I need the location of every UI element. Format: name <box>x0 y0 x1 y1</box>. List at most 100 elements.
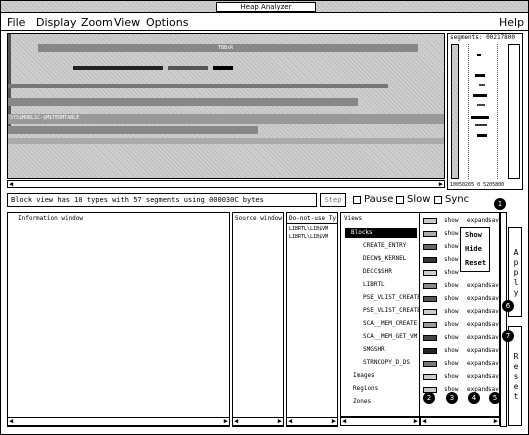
menu-file[interactable]: File <box>7 16 25 29</box>
expand-toggle[interactable]: expand <box>467 334 489 342</box>
menu-display[interactable]: Display <box>36 16 77 29</box>
save-toggle[interactable]: sav <box>488 282 499 290</box>
scroll-right-icon[interactable]: ▶ <box>332 418 336 425</box>
show-toggle[interactable]: show <box>444 269 458 277</box>
slow-checkbox[interactable] <box>396 196 404 204</box>
views-item[interactable]: DECC$SHR <box>363 268 392 276</box>
menu-help[interactable]: Help <box>499 16 524 29</box>
views-item[interactable]: PSE_VLIST_CREATE <box>363 294 421 302</box>
menu-options[interactable]: Options <box>146 16 188 29</box>
color-swatch[interactable] <box>423 335 437 341</box>
segments-scrollbar[interactable] <box>451 44 459 179</box>
expand-toggle[interactable]: expand <box>467 282 489 290</box>
save-toggle[interactable]: sav <box>488 360 499 368</box>
views-item-images[interactable]: Images <box>353 372 375 380</box>
show-toggle[interactable]: show <box>444 360 458 368</box>
expand-toggle[interactable]: expand <box>467 373 489 381</box>
segments-panel[interactable]: segments: 00217800 10050205 0 5205800 <box>447 33 523 190</box>
show-toggle[interactable]: show <box>444 217 458 225</box>
scroll-left-icon[interactable]: ◀ <box>9 181 13 188</box>
scroll-right-icon[interactable]: ▶ <box>278 418 282 425</box>
memory-hscrollbar[interactable]: ◀ ▶ <box>7 180 445 188</box>
views-item-blocks[interactable]: Blocks <box>351 229 373 237</box>
scroll-right-icon[interactable]: ▶ <box>224 418 228 425</box>
scroll-left-icon[interactable]: ◀ <box>9 418 13 425</box>
expand-toggle[interactable]: expand <box>467 308 489 316</box>
scroll-right-icon[interactable]: ▶ <box>494 418 498 425</box>
save-toggle[interactable]: sav <box>488 373 499 381</box>
segments-vscrollbar[interactable] <box>508 44 520 179</box>
do-not-use-item[interactable]: LIBRTL\LIB$VM <box>289 233 328 241</box>
show-toggle[interactable]: show <box>444 373 458 381</box>
color-swatch[interactable] <box>423 322 437 328</box>
show-toggle[interactable]: show <box>444 334 458 342</box>
color-swatch[interactable] <box>423 231 437 237</box>
save-toggle[interactable]: sav <box>488 295 499 303</box>
color-swatch[interactable] <box>423 374 437 380</box>
views-item[interactable]: STRNCOPY_D_DS <box>363 359 410 367</box>
scroll-left-icon[interactable]: ◀ <box>422 418 426 425</box>
scroll-left-icon[interactable]: ◀ <box>234 418 238 425</box>
scroll-right-icon[interactable]: ▶ <box>439 181 443 188</box>
step-button[interactable]: Step <box>320 193 346 207</box>
menu-view[interactable]: View <box>114 16 140 29</box>
expand-toggle[interactable]: expand <box>467 217 489 225</box>
views-item[interactable]: PSE_VLIST_CREATE <box>363 307 421 315</box>
do-not-use-hscrollbar[interactable]: ◀ ▶ <box>286 417 338 426</box>
memory-map-view[interactable]: TBBxR SYS$MOBLSC-$M$TERMTABLE <box>7 33 445 179</box>
expand-toggle[interactable]: expand <box>467 360 489 368</box>
show-toggle[interactable]: show <box>444 282 458 290</box>
show-toggle[interactable]: show <box>444 321 458 329</box>
source-window[interactable]: Source window <box>232 212 284 427</box>
views-item[interactable]: SCA__MEM_CREATE <box>363 320 417 328</box>
show-toggle[interactable]: show <box>444 295 458 303</box>
views-item-regions[interactable]: Regions <box>353 385 378 393</box>
save-toggle[interactable]: sav <box>488 217 499 225</box>
color-swatch[interactable] <box>423 257 437 263</box>
type-controls-hscrollbar[interactable]: ◀ ▶ <box>420 417 500 426</box>
source-hscrollbar[interactable]: ◀ ▶ <box>232 417 284 426</box>
scroll-left-icon[interactable]: ◀ <box>342 418 346 425</box>
information-hscrollbar[interactable]: ◀ ▶ <box>7 417 230 426</box>
color-swatch[interactable] <box>423 283 437 289</box>
show-toggle[interactable]: show <box>444 256 458 264</box>
color-swatch[interactable] <box>423 218 437 224</box>
expand-toggle[interactable]: expand <box>467 347 489 355</box>
scroll-left-icon[interactable]: ◀ <box>288 418 292 425</box>
show-toggle[interactable]: show <box>444 347 458 355</box>
views-item[interactable]: CREATE_ENTRY <box>363 242 406 250</box>
views-vscrollbar[interactable] <box>500 212 507 427</box>
popup-hide[interactable]: Hide <box>465 245 482 254</box>
information-window[interactable]: Information window <box>7 212 230 427</box>
color-swatch[interactable] <box>423 296 437 302</box>
color-swatch[interactable] <box>423 309 437 315</box>
views-item[interactable]: SMGSHR <box>363 346 385 354</box>
show-toggle[interactable]: show <box>444 243 458 251</box>
show-toggle[interactable]: show <box>444 308 458 316</box>
views-window[interactable]: Views Blocks CREATE_ENTRY DECW$_KERNEL D… <box>340 212 421 417</box>
do-not-use-item[interactable]: LIBRTL\LIB$VM <box>289 225 328 233</box>
save-toggle[interactable]: sav <box>488 308 499 316</box>
popup-show[interactable]: Show <box>465 231 482 240</box>
do-not-use-window[interactable]: Do-not-use Ty LIBRTL\LIB$VM LIBRTL\LIB$V… <box>286 212 338 427</box>
menu-zoom[interactable]: Zoom <box>81 16 113 29</box>
color-swatch[interactable] <box>423 244 437 250</box>
views-item[interactable]: DECW$_KERNEL <box>363 255 406 263</box>
color-swatch[interactable] <box>423 361 437 367</box>
save-toggle[interactable]: sav <box>488 334 499 342</box>
views-item[interactable]: SCA__MEM_GET_VM <box>363 333 417 341</box>
show-toggle[interactable]: show <box>444 230 458 238</box>
sync-checkbox[interactable] <box>434 196 442 204</box>
popup-reset[interactable]: Reset <box>465 259 486 268</box>
expand-toggle[interactable]: expand <box>467 321 489 329</box>
scroll-right-icon[interactable]: ▶ <box>414 418 418 425</box>
views-item[interactable]: LIBRTL <box>363 281 385 289</box>
save-toggle[interactable]: sav <box>488 321 499 329</box>
views-item-zones[interactable]: Zones <box>353 398 371 406</box>
expand-toggle[interactable]: expand <box>467 295 489 303</box>
save-toggle[interactable]: sav <box>488 347 499 355</box>
color-swatch[interactable] <box>423 348 437 354</box>
views-hscrollbar[interactable]: ◀ ▶ <box>340 417 420 426</box>
pause-checkbox[interactable] <box>353 196 361 204</box>
color-swatch[interactable] <box>423 270 437 276</box>
